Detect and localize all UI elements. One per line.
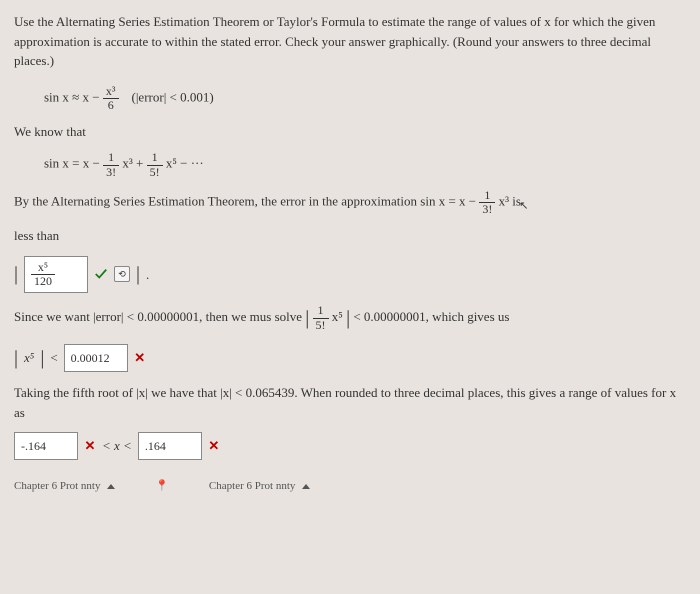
abs-bar-r3: | bbox=[40, 343, 44, 373]
answer3-mid: < x < bbox=[102, 436, 132, 456]
answer2-lhs: x⁵ bbox=[24, 348, 34, 368]
answer-2-row: | x⁵ | < 0.00012 ✕ bbox=[14, 343, 686, 373]
caret-up-icon-2 bbox=[302, 484, 310, 489]
footer-right[interactable]: Chapter 6 Prot nnty bbox=[209, 478, 310, 495]
error-bound: (|error| < 0.001) bbox=[132, 89, 214, 104]
x-icon-2: ✕ bbox=[84, 440, 96, 452]
approx-lhs: sin x ≈ x − bbox=[44, 89, 100, 104]
problem-intro: Use the Alternating Series Estimation Th… bbox=[14, 12, 686, 71]
answer1-frac: x⁵ 120 bbox=[31, 261, 55, 288]
approximation-formula: sin x ≈ x − x³ 6 (|error| < 0.001) bbox=[44, 85, 686, 112]
x-icon: ✕ bbox=[134, 352, 146, 364]
cursor-icon: ↖ bbox=[519, 198, 528, 215]
check-icon bbox=[94, 267, 108, 281]
footer-left[interactable]: Chapter 6 Prot nnty bbox=[14, 478, 115, 495]
series-mid1: x³ + bbox=[122, 156, 143, 171]
theorem-statement: By the Alternating Series Estimation The… bbox=[14, 189, 686, 216]
we-know-that: We know that bbox=[14, 122, 686, 142]
thm-post: x³ is bbox=[499, 193, 521, 208]
abs-bar-l2: | bbox=[305, 307, 309, 329]
thm-pre: By the Alternating Series Estimation The… bbox=[14, 193, 476, 208]
series-frac-1: 1 3! bbox=[103, 151, 119, 178]
reset-icon[interactable]: ⟲ bbox=[114, 266, 130, 282]
answer1-trailing: . bbox=[146, 265, 149, 285]
answer2-lt: < bbox=[50, 348, 57, 368]
series-expansion: sin x = x − 1 3! x³ + 1 5! x⁵ − ··· bbox=[44, 151, 686, 178]
less-than-label: less than bbox=[14, 226, 686, 246]
abs-bar-r2: | bbox=[346, 307, 350, 329]
footer-nav: Chapter 6 Prot nnty 📍 Chapter 6 Prot nnt… bbox=[14, 478, 686, 495]
pin-icon: 📍 bbox=[155, 478, 169, 495]
x-icon-3: ✕ bbox=[208, 440, 220, 452]
taking-root: Taking the fifth root of |x| we have tha… bbox=[14, 383, 686, 422]
since-pre: Since we want |error| < 0.00000001, then… bbox=[14, 309, 302, 324]
abs-bar-left: | bbox=[14, 259, 18, 289]
series-frac-2: 1 5! bbox=[147, 151, 163, 178]
frac-num: x³ bbox=[103, 85, 119, 99]
series-lhs: sin x = x − bbox=[44, 156, 100, 171]
caret-up-icon bbox=[107, 484, 115, 489]
answer-3-left-input[interactable]: -.164 bbox=[14, 432, 78, 460]
abs-bar-l3: | bbox=[14, 343, 18, 373]
since-post: < 0.00000001, which gives us bbox=[353, 309, 509, 324]
since-statement: Since we want |error| < 0.00000001, then… bbox=[14, 303, 686, 333]
answer-2-input[interactable]: 0.00012 bbox=[64, 344, 128, 372]
frac-den: 6 bbox=[103, 99, 119, 112]
series-mid2: x⁵ − ··· bbox=[166, 156, 204, 171]
answer-3-row: -.164 ✕ < x < .164 ✕ bbox=[14, 432, 686, 460]
approx-fraction: x³ 6 bbox=[103, 85, 119, 112]
answer-3-right-input[interactable]: .164 bbox=[138, 432, 202, 460]
thm-frac: 1 3! bbox=[479, 189, 495, 216]
abs-bar-right: | bbox=[136, 259, 140, 289]
since-mid: x⁵ bbox=[332, 309, 343, 324]
since-frac: 1 5! bbox=[313, 304, 329, 331]
answer-1-input[interactable]: x⁵ 120 bbox=[24, 256, 88, 293]
answer-1-row: | x⁵ 120 ⟲ | . bbox=[14, 256, 686, 293]
